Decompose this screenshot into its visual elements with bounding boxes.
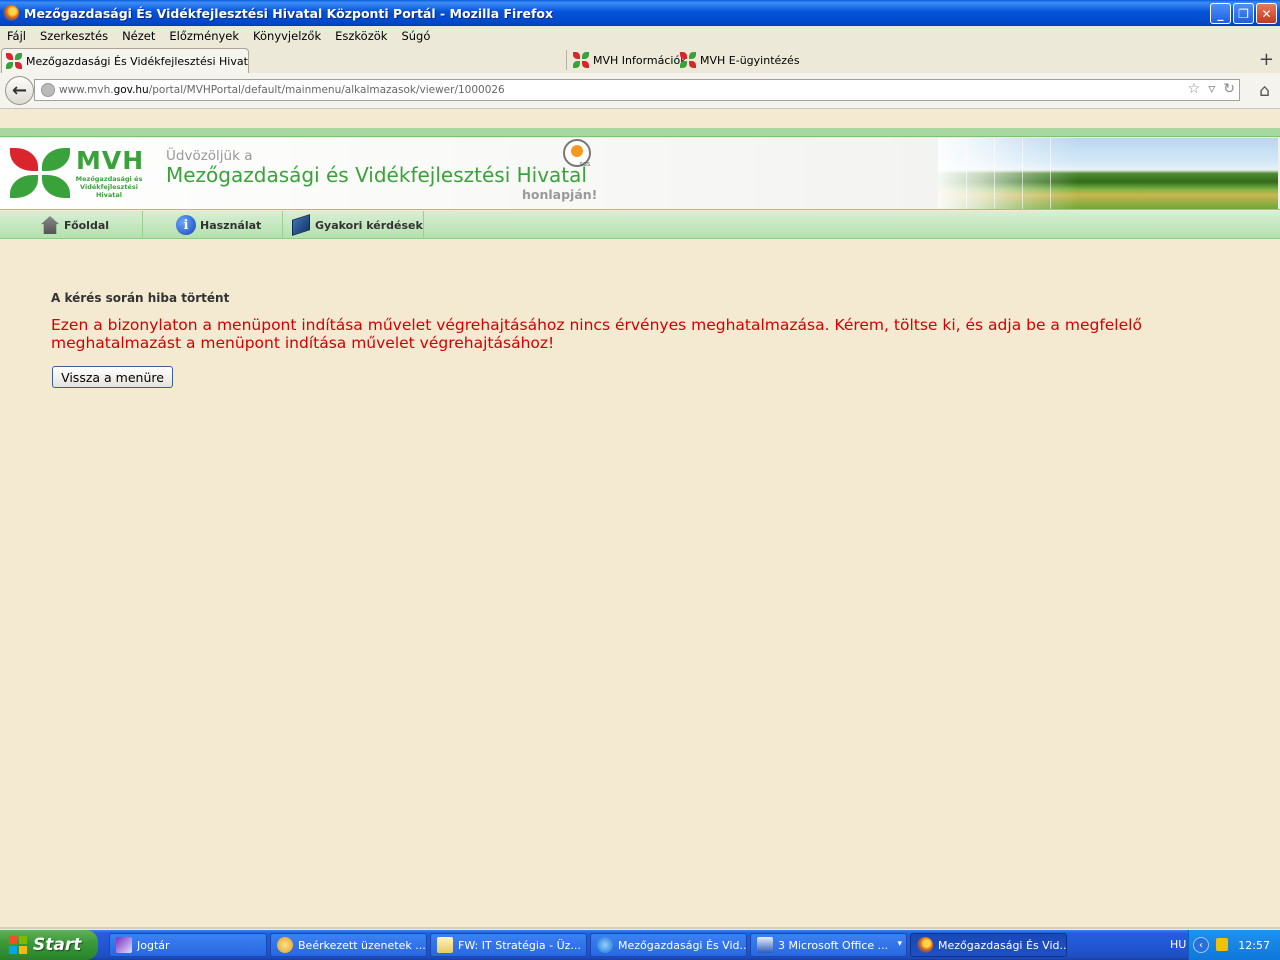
close-button[interactable]: ✕ bbox=[1256, 3, 1277, 24]
start-button[interactable]: Start bbox=[0, 930, 98, 960]
welcome-line-1: Üdvözöljük a bbox=[166, 148, 253, 164]
start-label: Start bbox=[33, 935, 82, 955]
task-label: Beérkezett üzenetek ... bbox=[298, 938, 426, 952]
task-jogtar[interactable]: Jogtár bbox=[109, 933, 267, 957]
welcome-line-2: Mezőgazdasági és Vidékfejlesztési Hivata… bbox=[166, 163, 587, 187]
logo-petal bbox=[42, 148, 70, 171]
nav-item-home[interactable]: Főoldal bbox=[0, 211, 143, 239]
back-button[interactable]: ← bbox=[5, 76, 34, 105]
menu-view[interactable]: Nézet bbox=[122, 29, 155, 43]
internet-explorer-icon bbox=[597, 937, 613, 953]
clock[interactable]: 12:57 bbox=[1238, 939, 1270, 952]
url-bar[interactable]: www.mvh.gov.hu/portal/MVHPortal/default/… bbox=[34, 79, 1240, 101]
tab-label: Mezőgazdasági És Vidékfejlesztési Hivata… bbox=[26, 54, 248, 68]
logo-subtitle: Mezőgazdasági és Vidékfejlesztési Hivata… bbox=[75, 175, 143, 199]
site-header: MVH Mezőgazdasági és Vidékfejlesztési Hi… bbox=[0, 138, 1280, 210]
logo-petal bbox=[42, 175, 70, 198]
nav-item-label: Használat bbox=[200, 218, 262, 232]
home-icon[interactable]: ⌂ bbox=[1259, 81, 1270, 101]
welcome-line-3: honlapján! bbox=[522, 187, 598, 202]
task-firefox-mvh[interactable]: Mezőgazdasági És Vid... bbox=[910, 933, 1067, 957]
navigation-bar: ← www.mvh.gov.hu/portal/MVHPortal/defaul… bbox=[0, 73, 1280, 109]
tab-mvh-portal[interactable]: Mezőgazdasági És Vidékfejlesztési Hivata… bbox=[1, 48, 249, 73]
bookmark-mvh-informaciok[interactable]: MVH Információk bbox=[573, 52, 687, 68]
dropdown-arrow-icon[interactable]: ▿ bbox=[1208, 81, 1215, 97]
page-bottom-border bbox=[0, 927, 1280, 929]
jogtar-icon bbox=[116, 937, 132, 953]
back-to-menu-button[interactable]: Vissza a menüre bbox=[52, 366, 173, 388]
bookmark-label: MVH Információk bbox=[593, 53, 687, 67]
firefox-icon bbox=[917, 937, 933, 953]
nav-item-faq[interactable]: Gyakori kérdések bbox=[283, 211, 424, 239]
mvh-favicon-icon bbox=[6, 53, 22, 69]
mvh-favicon-icon bbox=[680, 52, 696, 68]
bookmark-label: MVH E-ügyintézés bbox=[700, 53, 800, 67]
nav-item-label: Főoldal bbox=[64, 218, 110, 232]
logo-text: MVH bbox=[76, 146, 145, 175]
restore-button[interactable]: ❐ bbox=[1233, 3, 1254, 24]
star-icon[interactable]: ☆ bbox=[1188, 81, 1201, 97]
header-top-strip bbox=[0, 128, 1280, 137]
bookmark-separator bbox=[566, 50, 567, 70]
menu-file[interactable]: Fájl bbox=[7, 29, 26, 43]
house-icon bbox=[40, 215, 60, 235]
task-email-fw[interactable]: FW: IT Stratégia - Üz... bbox=[430, 933, 587, 957]
window-title: Mezőgazdasági És Vidékfejlesztési Hivata… bbox=[24, 5, 554, 21]
lock-icon[interactable] bbox=[1216, 938, 1228, 951]
logo-petal bbox=[10, 148, 38, 171]
bookmark-mvh-e-ugyintezes[interactable]: MVH E-ügyintézés bbox=[680, 52, 800, 68]
minimize-button[interactable]: _ bbox=[1210, 3, 1231, 24]
task-label: Mezőgazdasági És Vid... bbox=[938, 938, 1066, 952]
task-ie-mvh[interactable]: Mezőgazdasági És Vid... bbox=[590, 933, 747, 957]
task-label: 3 Microsoft Office ... bbox=[778, 938, 889, 952]
page-top-margin bbox=[0, 110, 1280, 128]
task-office-group[interactable]: 3 Microsoft Office ... ▾ bbox=[750, 933, 907, 957]
window-controls: _ ❐ ✕ bbox=[1210, 3, 1277, 24]
menu-tools[interactable]: Eszközök bbox=[335, 29, 387, 43]
main-navigation: Főoldal i Használat Gyakori kérdések bbox=[0, 211, 1280, 239]
window-title-bar[interactable]: Mezőgazdasági És Vidékfejlesztési Hivata… bbox=[0, 0, 1280, 26]
task-label: Jogtár bbox=[137, 938, 170, 952]
tab-strip: Mezőgazdasági És Vidékfejlesztési Hivata… bbox=[0, 46, 1280, 73]
logo-petal bbox=[10, 175, 38, 198]
menu-help[interactable]: Súgó bbox=[401, 29, 430, 43]
menu-bar: Fájl Szerkesztés Nézet Előzmények Könyvj… bbox=[0, 26, 1280, 46]
info-icon: i bbox=[176, 215, 196, 235]
task-label: Mezőgazdasági És Vid... bbox=[618, 938, 746, 952]
nav-item-usage[interactable]: i Használat bbox=[143, 211, 283, 239]
error-message: Ezen a bizonylaton a menüpont indítása m… bbox=[51, 316, 1142, 352]
menu-bookmarks[interactable]: Könyvjelzők bbox=[253, 29, 321, 43]
error-title: A kérés során hiba történt bbox=[51, 291, 230, 305]
reload-icon[interactable]: ↻ bbox=[1223, 81, 1235, 97]
book-icon bbox=[291, 214, 311, 236]
system-tray: ‹ 12:57 bbox=[1188, 930, 1280, 960]
word-icon bbox=[757, 937, 773, 953]
firefox-icon bbox=[3, 5, 19, 21]
nav-item-label: Gyakori kérdések bbox=[315, 218, 423, 232]
task-inbox[interactable]: Beérkezett üzenetek ... bbox=[270, 933, 427, 957]
sgs-certification-icon: SGS bbox=[563, 139, 591, 168]
landscape-banner-image bbox=[938, 138, 1278, 209]
group-dropdown-icon[interactable]: ▾ bbox=[897, 939, 902, 949]
show-hidden-icons-icon[interactable]: ‹ bbox=[1193, 937, 1209, 953]
mail-client-icon bbox=[277, 937, 293, 953]
envelope-icon bbox=[437, 937, 453, 953]
globe-icon bbox=[41, 83, 55, 97]
task-label: FW: IT Stratégia - Üz... bbox=[458, 938, 581, 952]
taskbar: Start Jogtár Beérkezett üzenetek ... FW:… bbox=[0, 930, 1280, 960]
menu-history[interactable]: Előzmények bbox=[169, 29, 239, 43]
url-text: www.mvh.gov.hu/portal/MVHPortal/default/… bbox=[59, 84, 505, 96]
windows-logo-icon bbox=[9, 936, 27, 954]
mvh-logo[interactable]: MVH Mezőgazdasági és Vidékfejlesztési Hi… bbox=[10, 146, 145, 203]
language-indicator[interactable]: HU bbox=[1170, 938, 1186, 951]
page-viewport: MVH Mezőgazdasági és Vidékfejlesztési Hi… bbox=[0, 110, 1280, 929]
mvh-favicon-icon bbox=[573, 52, 589, 68]
new-tab-icon[interactable]: + bbox=[1259, 49, 1274, 70]
menu-edit[interactable]: Szerkesztés bbox=[40, 29, 108, 43]
